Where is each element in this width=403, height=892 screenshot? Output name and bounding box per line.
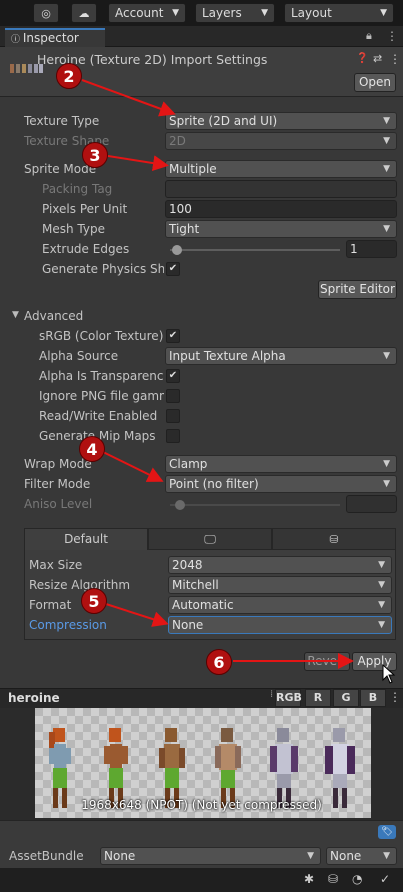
annotation-arrows — [81, 79, 354, 669]
arrow-5 — [105, 603, 169, 627]
marker-3: 3 — [82, 142, 108, 168]
marker-6: 6 — [206, 649, 232, 675]
arrow-3 — [107, 155, 169, 172]
arrow-2 — [81, 79, 176, 117]
marker-2: 2 — [56, 63, 82, 89]
marker-4: 4 — [79, 436, 105, 462]
arrow-4 — [102, 451, 164, 482]
marker-5: 5 — [81, 588, 107, 614]
